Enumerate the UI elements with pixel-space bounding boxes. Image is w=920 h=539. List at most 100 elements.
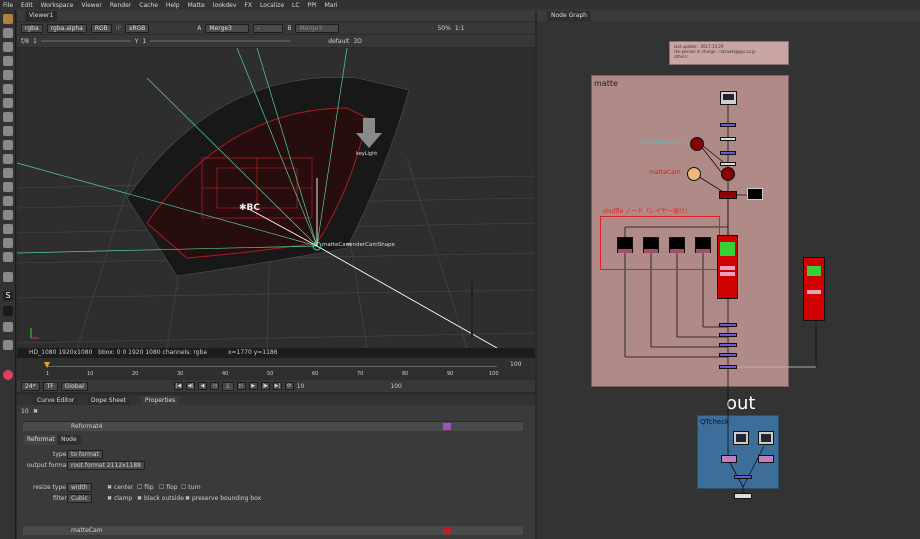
layout-icon[interactable]	[3, 272, 13, 282]
furnace-icon[interactable]	[3, 238, 13, 248]
first-frame-button[interactable]: |◀	[173, 382, 183, 390]
draw-icon[interactable]	[3, 28, 13, 38]
menu-ppi[interactable]: PPI	[308, 2, 317, 9]
menu-file[interactable]: File	[3, 2, 13, 9]
node-graph[interactable]: last update : 2017.10.29 the person in c…	[537, 21, 920, 539]
loop-button[interactable]: ⟳	[284, 382, 294, 390]
menu-matte[interactable]: Matte	[188, 2, 205, 9]
merge-node-1[interactable]	[719, 323, 737, 327]
black-outside-checkbox[interactable]: ✖ black outside	[137, 495, 184, 502]
end-frame-top[interactable]: 100	[510, 361, 521, 368]
shuffle-node-1[interactable]	[617, 237, 633, 253]
qt-read-2[interactable]	[758, 431, 774, 445]
menu-workspace[interactable]: Workspace	[41, 2, 74, 9]
qt-read-1[interactable]	[733, 431, 749, 445]
qt-merge[interactable]	[734, 475, 752, 479]
project-node[interactable]	[720, 162, 736, 166]
menu-localize[interactable]: Localize	[260, 2, 284, 9]
last-frame-button[interactable]: ▶|	[272, 382, 282, 390]
channel-icon[interactable]	[3, 56, 13, 66]
prev-key-button[interactable]: ◀|	[185, 382, 195, 390]
y-value[interactable]: 1	[142, 38, 146, 45]
qt-write[interactable]	[734, 493, 752, 499]
menu-cache[interactable]: Cache	[139, 2, 158, 9]
zoom-dropdown[interactable]: 50%	[437, 25, 450, 32]
merge-node-2[interactable]	[719, 333, 737, 337]
particles-icon[interactable]	[3, 154, 13, 164]
prev-frame-button[interactable]: ◁	[209, 382, 219, 390]
view-dropdown[interactable]: 3D	[353, 38, 361, 45]
b-input-dropdown[interactable]: Merge3	[295, 23, 340, 33]
timeline-track[interactable]	[47, 366, 497, 367]
preserve-bbox-checkbox[interactable]: ✖ preserve bounding box	[185, 495, 261, 502]
a-input-dropdown[interactable]: Merge3	[205, 23, 250, 33]
playhead-marker[interactable]	[44, 362, 50, 368]
menu-edit[interactable]: Edit	[21, 2, 33, 9]
qt-node-1[interactable]	[721, 455, 737, 463]
flip-checkbox[interactable]: ☐ flip	[137, 484, 154, 491]
script-icon[interactable]	[3, 340, 13, 350]
tab-node[interactable]: Node	[57, 435, 81, 445]
red-node-main[interactable]	[717, 235, 738, 299]
image-icon[interactable]	[3, 14, 13, 24]
shuffle-node-3[interactable]	[669, 237, 685, 253]
gamma-slider[interactable]	[150, 40, 291, 42]
flop-checkbox[interactable]: ☐ flop	[159, 484, 178, 491]
render-cam-node[interactable]	[721, 167, 735, 181]
mattecam-header[interactable]: matteCam	[23, 525, 523, 535]
tab-reformat[interactable]: Reformat	[23, 435, 59, 445]
menu-fx[interactable]: FX	[244, 2, 252, 9]
s-plugin-icon[interactable]: S	[3, 291, 13, 301]
ip-button[interactable]: IP	[116, 25, 121, 32]
gain-slider[interactable]	[40, 40, 131, 42]
merge-icon[interactable]	[3, 112, 13, 122]
mode-dropdown[interactable]: default	[328, 38, 349, 45]
transform-node-1[interactable]	[720, 137, 736, 141]
menu-render[interactable]: Render	[110, 2, 131, 9]
red-node-side[interactable]	[803, 257, 825, 321]
resize-type-dropdown[interactable]: width	[67, 483, 92, 492]
output-format-dropdown[interactable]: root.format 2112x1188	[67, 461, 145, 470]
frame-input[interactable]: 1	[221, 381, 234, 391]
end-frame-input[interactable]: 100	[390, 383, 401, 390]
node-name-mattecam[interactable]: matteCam	[71, 527, 103, 534]
fps-dropdown[interactable]: 24*	[21, 381, 40, 391]
deep-icon[interactable]	[3, 168, 13, 178]
toolsets-icon[interactable]	[3, 210, 13, 220]
matte-cam-node[interactable]	[687, 167, 701, 181]
merge-node-3[interactable]	[719, 343, 737, 347]
shuffle-node-4[interactable]	[695, 237, 711, 253]
menu-lookdev[interactable]: lookdev	[213, 2, 237, 9]
filter-icon[interactable]	[3, 84, 13, 94]
node-name-reformat4[interactable]: Reformat4	[71, 423, 102, 430]
other-icon[interactable]	[3, 224, 13, 234]
center-checkbox[interactable]: ✖ center	[107, 484, 133, 491]
channels-dropdown[interactable]: rgba	[21, 23, 43, 33]
metadata-icon[interactable]	[3, 196, 13, 206]
clamp-checkbox[interactable]: ✖ clamp	[107, 495, 132, 502]
dot-node-1[interactable]	[720, 123, 736, 127]
node-color-swatch[interactable]	[443, 423, 451, 430]
transform-icon[interactable]	[3, 126, 13, 136]
filter-dropdown[interactable]: Cubic	[67, 494, 92, 503]
next-frame-button[interactable]: ▷	[236, 382, 246, 390]
read-node-top[interactable]	[720, 91, 737, 105]
timeline[interactable]: 1 10 20 30 40 50 60 70 80 90 100 100	[17, 358, 535, 380]
menu-viewer[interactable]: Viewer	[81, 2, 101, 9]
scanline-render-node[interactable]	[719, 191, 737, 199]
global-dropdown[interactable]: Global	[60, 381, 88, 391]
turn-checkbox[interactable]: ☐ turn	[181, 484, 201, 491]
viewer-viewport[interactable]: keyLight matteCam renderCamShape ✱BC	[17, 48, 535, 348]
projection-cam-node[interactable]	[690, 137, 704, 151]
menu-lc[interactable]: LC	[292, 2, 300, 9]
ratio-dropdown[interactable]: 1:1	[455, 25, 465, 32]
step-input[interactable]: 10	[297, 383, 305, 390]
merge-node-4[interactable]	[719, 353, 737, 357]
tab-viewer1[interactable]: Viewer1	[25, 11, 58, 21]
3d-icon[interactable]	[3, 140, 13, 150]
lut-dropdown[interactable]: sRGB	[125, 23, 150, 33]
time-icon[interactable]	[3, 42, 13, 52]
settings-icon[interactable]	[3, 322, 13, 332]
fstop-label[interactable]: f/8	[21, 38, 29, 45]
alpha-dropdown[interactable]: rgba.alpha	[46, 23, 87, 33]
